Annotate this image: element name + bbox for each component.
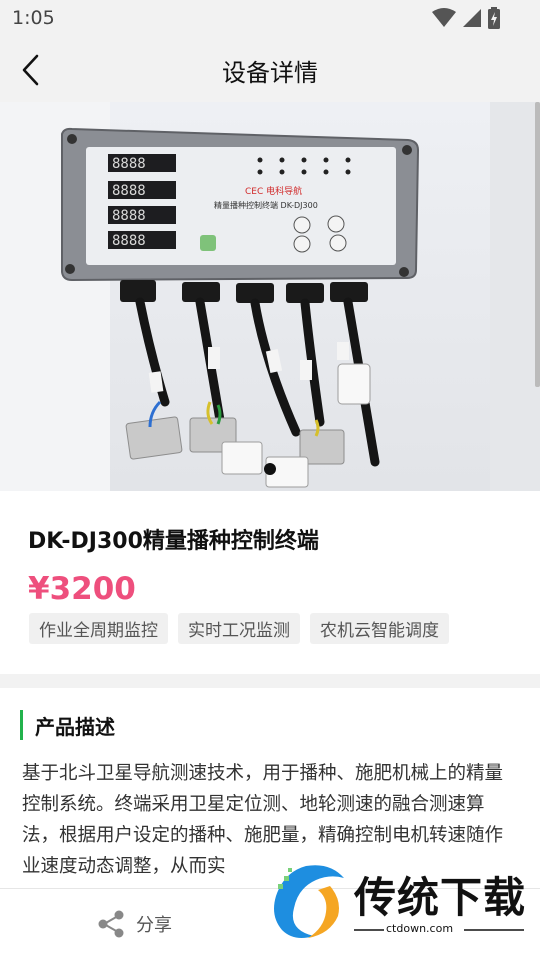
page-title: 设备详情 (222, 59, 318, 87)
battery-charging-icon (488, 7, 500, 29)
cell-signal-icon (463, 9, 481, 27)
scrollbar-thumb[interactable] (535, 102, 540, 387)
app-bar: 设备详情 (0, 36, 540, 102)
watermark-logo: 传统下载 ctdown.com (268, 858, 540, 948)
feature-tags: 作业全周期监控 实时工况监测 农机云智能调度 (29, 613, 449, 644)
svg-text:8888: 8888 (112, 208, 146, 224)
svg-text:CEC 电科导航: CEC 电科导航 (245, 185, 302, 197)
share-icon (98, 910, 124, 938)
svg-text:精量播种控制终端 DK-DJ300: 精量播种控制终端 DK-DJ300 (214, 200, 318, 210)
carousel-indicator-dot[interactable] (264, 463, 276, 475)
watermark-underline (354, 929, 524, 931)
product-name: DK-DJ300精量播种控制终端 (28, 529, 319, 554)
feature-tag: 作业全周期监控 (29, 613, 168, 644)
svg-text:8888: 8888 (112, 233, 146, 249)
status-bar: 1:05 (0, 0, 540, 36)
product-photo: 8888 8888 8888 8888 CEC 电科导航 精量播种控制终端 DK… (0, 102, 540, 491)
status-time: 1:05 (12, 7, 55, 29)
product-price: ¥3200 (28, 571, 136, 607)
section-accent-bar (20, 710, 23, 740)
section-header: 产品描述 (20, 710, 115, 740)
feature-tag: 实时工况监测 (178, 613, 300, 644)
ctdown-logo-icon (274, 865, 344, 938)
product-image-carousel[interactable]: 8888 8888 8888 8888 CEC 电科导航 精量播种控制终端 DK… (0, 102, 540, 491)
share-label: 分享 (136, 915, 172, 936)
wifi-icon (432, 8, 456, 27)
share-button[interactable]: 分享 (96, 909, 172, 939)
watermark-brand: 传统下载 (354, 873, 527, 922)
feature-tag: 农机云智能调度 (310, 613, 449, 644)
svg-text:8888: 8888 (112, 183, 146, 199)
section-title: 产品描述 (35, 714, 115, 739)
status-icons (432, 7, 500, 29)
product-info-card: DK-DJ300精量播种控制终端 ¥3200 作业全周期监控 实时工况监测 农机… (0, 491, 540, 674)
svg-text:8888: 8888 (112, 156, 146, 172)
